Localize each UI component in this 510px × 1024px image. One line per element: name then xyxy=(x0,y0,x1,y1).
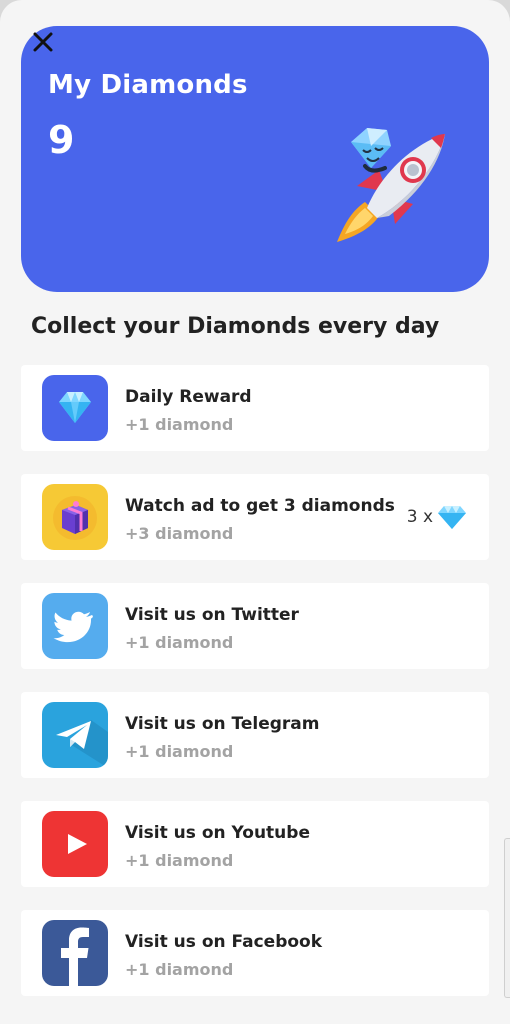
list-item-twitter[interactable]: Visit us on Twitter +1 diamond xyxy=(21,583,489,669)
list-item-watch-ad[interactable]: Watch ad to get 3 diamonds +3 diamond 3 … xyxy=(21,474,489,560)
reward-amount: +1 diamond xyxy=(125,415,234,434)
diamond-count: 9 xyxy=(48,118,75,162)
telegram-icon xyxy=(42,702,108,768)
reward-amount: +1 diamond xyxy=(125,960,234,979)
reward-amount: +1 diamond xyxy=(125,633,234,652)
reward-title: Watch ad to get 3 diamonds xyxy=(125,496,395,516)
twitter-icon xyxy=(42,593,108,659)
youtube-icon xyxy=(42,811,108,877)
balance-label: My Diamonds xyxy=(48,70,248,100)
reward-title: Daily Reward xyxy=(125,387,252,407)
list-item-facebook[interactable]: Visit us on Facebook +1 diamond xyxy=(21,910,489,996)
diamonds-sheet: My Diamonds 9 Collect your Diamonds ever… xyxy=(0,0,510,1024)
close-icon[interactable] xyxy=(30,29,56,55)
multiplier-badge: 3 x xyxy=(407,504,467,530)
section-title: Collect your Diamonds every day xyxy=(31,314,440,339)
multiplier-label: 3 x xyxy=(406,507,433,527)
list-item-telegram[interactable]: Visit us on Telegram +1 diamond xyxy=(21,692,489,778)
reward-title: Visit us on Facebook xyxy=(125,932,323,952)
reward-title: Visit us on Telegram xyxy=(125,714,320,734)
reward-amount: +1 diamond xyxy=(125,851,234,870)
facebook-icon xyxy=(42,920,108,986)
reward-title: Visit us on Twitter xyxy=(125,605,299,625)
diamond-icon xyxy=(438,506,466,529)
gift-box-icon xyxy=(42,484,108,550)
reward-title: Visit us on Youtube xyxy=(125,823,310,843)
diamond-balance-card: My Diamonds 9 xyxy=(21,26,489,292)
list-item-daily-reward[interactable]: Daily Reward +1 diamond xyxy=(21,365,489,451)
rocket-with-diamond-icon xyxy=(327,124,457,254)
scrollbar[interactable] xyxy=(504,838,510,998)
list-item-youtube[interactable]: Visit us on Youtube +1 diamond xyxy=(21,801,489,887)
reward-amount: +3 diamond xyxy=(125,524,234,543)
reward-amount: +1 diamond xyxy=(125,742,234,761)
diamond-icon xyxy=(42,375,108,441)
